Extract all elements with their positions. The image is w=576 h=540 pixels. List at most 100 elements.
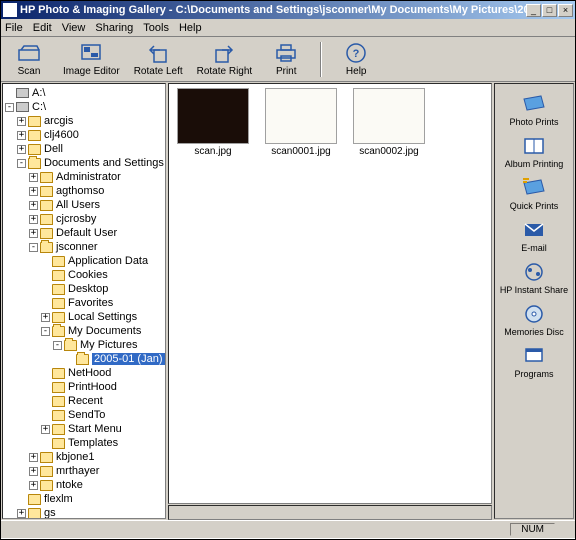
tree-drive-c[interactable]: -C:\ xyxy=(5,100,165,114)
expand-icon[interactable]: + xyxy=(17,117,26,126)
tree-item[interactable]: NetHood xyxy=(5,366,165,380)
tree-item[interactable]: +Local Settings xyxy=(5,310,165,324)
thumbnail-image xyxy=(177,88,249,144)
tree-item[interactable]: -My Pictures xyxy=(5,338,165,352)
expand-icon[interactable]: + xyxy=(29,215,38,224)
image-editor-button[interactable]: Image Editor xyxy=(63,42,120,77)
disc-icon xyxy=(521,303,547,325)
tree-item[interactable]: Desktop xyxy=(5,282,165,296)
tree-item[interactable]: -My Documents xyxy=(5,324,165,338)
photo-prints-button[interactable]: Photo Prints xyxy=(497,90,571,130)
tree-item[interactable]: +clj4600 xyxy=(5,128,165,142)
expand-icon[interactable]: + xyxy=(29,453,38,462)
tree-item[interactable]: +agthomso xyxy=(5,184,165,198)
tree-item[interactable]: +Default User xyxy=(5,226,165,240)
expand-icon[interactable]: + xyxy=(41,313,50,322)
task-pane: Photo Prints Album Printing Quick Prints… xyxy=(494,83,574,519)
expand-icon[interactable]: + xyxy=(17,131,26,140)
folder-icon xyxy=(40,466,53,477)
thumbnail-label: scan0001.jpg xyxy=(271,146,331,157)
tree-item[interactable]: +mrthayer xyxy=(5,464,165,478)
tree-item[interactable]: Favorites xyxy=(5,296,165,310)
menu-edit[interactable]: Edit xyxy=(33,22,52,34)
thumbnail-item[interactable]: scan0001.jpg xyxy=(261,88,341,157)
thumbnail-image xyxy=(265,88,337,144)
menu-file[interactable]: File xyxy=(5,22,23,34)
thumbnail-pane[interactable]: scan.jpg scan0001.jpg scan0002.jpg xyxy=(168,83,492,504)
minimize-button[interactable]: _ xyxy=(526,4,541,17)
share-icon xyxy=(521,261,547,283)
memories-disc-button[interactable]: Memories Disc xyxy=(497,300,571,340)
statusbar: NUM xyxy=(1,520,575,538)
drive-icon xyxy=(16,102,29,112)
tree-item[interactable]: -jsconner xyxy=(5,240,165,254)
tree-item[interactable]: +Administrator xyxy=(5,170,165,184)
expand-icon[interactable]: + xyxy=(41,425,50,434)
collapse-icon[interactable]: - xyxy=(5,103,14,112)
folder-icon xyxy=(52,368,65,379)
folder-icon xyxy=(28,158,41,169)
toolbar-divider xyxy=(320,42,322,77)
help-icon: ? xyxy=(344,42,368,64)
print-icon xyxy=(274,42,298,64)
help-button[interactable]: ? Help xyxy=(336,42,376,77)
menu-view[interactable]: View xyxy=(62,22,86,34)
tree-item[interactable]: +ntoke xyxy=(5,478,165,492)
expand-icon[interactable]: + xyxy=(17,509,26,518)
menubar: File Edit View Sharing Tools Help xyxy=(1,19,575,37)
expand-icon[interactable]: + xyxy=(29,173,38,182)
rotate-right-label: Rotate Right xyxy=(197,66,253,77)
folder-tree-pane[interactable]: A:\ -C:\ +arcgis +clj4600 +Dell -Documen… xyxy=(2,83,166,519)
tree-item[interactable]: +kbjone1 xyxy=(5,450,165,464)
tree-item[interactable]: Application Data xyxy=(5,254,165,268)
programs-button[interactable]: Programs xyxy=(497,342,571,382)
expand-icon[interactable]: + xyxy=(29,229,38,238)
tree-item[interactable]: +All Users xyxy=(5,198,165,212)
expand-icon[interactable]: + xyxy=(29,201,38,210)
rotate-left-button[interactable]: Rotate Left xyxy=(134,42,183,77)
menu-tools[interactable]: Tools xyxy=(143,22,169,34)
print-button[interactable]: Print xyxy=(266,42,306,77)
tree-item[interactable]: +arcgis xyxy=(5,114,165,128)
help-label: Help xyxy=(346,66,367,77)
instant-share-button[interactable]: HP Instant Share xyxy=(497,258,571,298)
menu-sharing[interactable]: Sharing xyxy=(95,22,133,34)
tree-item[interactable]: Recent xyxy=(5,394,165,408)
thumbnail-item[interactable]: scan.jpg xyxy=(173,88,253,157)
tree-item[interactable]: PrintHood xyxy=(5,380,165,394)
expand-icon[interactable]: + xyxy=(29,467,38,476)
folder-icon xyxy=(52,438,65,449)
collapse-icon[interactable]: - xyxy=(17,159,26,168)
collapse-icon[interactable]: - xyxy=(41,327,50,336)
tree-item[interactable]: flexlm xyxy=(5,492,165,506)
maximize-button[interactable]: □ xyxy=(542,4,557,17)
tree-item-selected[interactable]: 2005-01 (Jan) xyxy=(5,352,165,366)
album-printing-button[interactable]: Album Printing xyxy=(497,132,571,172)
tree-item[interactable]: +Start Menu xyxy=(5,422,165,436)
tree-item[interactable]: -Documents and Settings xyxy=(5,156,165,170)
tree-item[interactable]: +gs xyxy=(5,506,165,519)
collapse-icon[interactable]: - xyxy=(53,341,62,350)
expand-icon[interactable]: + xyxy=(29,187,38,196)
tree-drive-a[interactable]: A:\ xyxy=(5,86,165,100)
photo-prints-icon xyxy=(521,93,547,115)
email-button[interactable]: E-mail xyxy=(497,216,571,256)
tree-item[interactable]: +Dell xyxy=(5,142,165,156)
menu-help[interactable]: Help xyxy=(179,22,202,34)
tree-item[interactable]: SendTo xyxy=(5,408,165,422)
folder-icon xyxy=(40,452,53,463)
expand-icon[interactable]: + xyxy=(29,481,38,490)
close-button[interactable]: × xyxy=(558,4,573,17)
folder-icon xyxy=(40,480,53,491)
tree-item[interactable]: +cjcrosby xyxy=(5,212,165,226)
tree-item[interactable]: Templates xyxy=(5,436,165,450)
quick-prints-button[interactable]: Quick Prints xyxy=(497,174,571,214)
thumbnail-item[interactable]: scan0002.jpg xyxy=(349,88,429,157)
rotate-right-button[interactable]: Rotate Right xyxy=(197,42,253,77)
expand-icon[interactable]: + xyxy=(17,145,26,154)
collapse-icon[interactable]: - xyxy=(29,243,38,252)
scan-button[interactable]: Scan xyxy=(9,42,49,77)
programs-icon xyxy=(521,345,547,367)
tree-item[interactable]: Cookies xyxy=(5,268,165,282)
horizontal-scrollbar[interactable] xyxy=(168,505,492,520)
